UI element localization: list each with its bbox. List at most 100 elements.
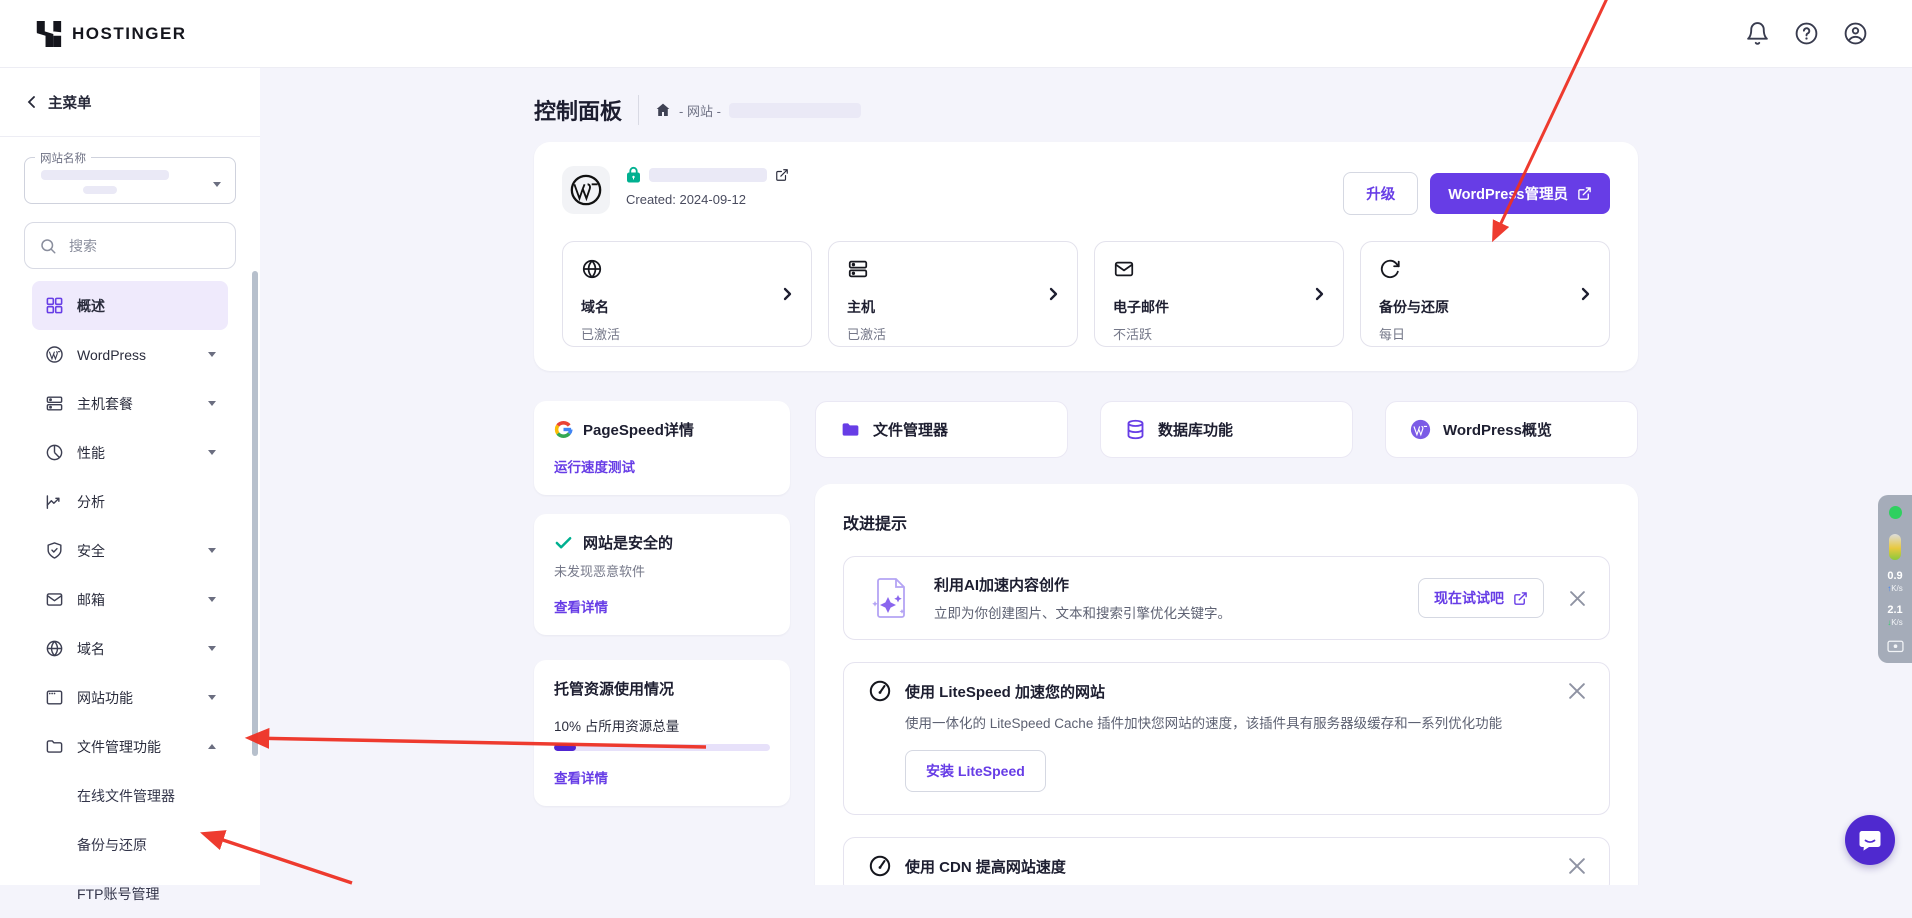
shield-icon [44, 541, 64, 561]
sidebar-item-label: 主机套餐 [77, 395, 133, 412]
breadcrumb-site-redacted [728, 102, 861, 118]
service-status: 已激活 [847, 327, 887, 342]
site-name-redacted-2 [83, 186, 117, 194]
security-title: 网站是安全的 [583, 535, 674, 552]
sidebar-item-label: 概述 [77, 297, 105, 314]
sidebar-item-hosting-plan[interactable]: 主机套餐 [32, 379, 228, 428]
help-icon[interactable] [1794, 21, 1819, 46]
sidebar-subitem-ftp-accounts[interactable]: FTP账号管理 [32, 869, 228, 918]
wp-admin-label: WordPress管理员 [1448, 187, 1568, 203]
install-litespeed-button[interactable]: 安装 LiteSpeed [905, 750, 1046, 792]
resources-title: 托管资源使用情况 [554, 681, 675, 698]
sidebar-item-security[interactable]: 安全 [32, 526, 228, 575]
resources-card: 托管资源使用情况 10% 占所用资源总量 查看详情 [534, 660, 790, 806]
speedometer-icon [869, 855, 891, 877]
tip-ai-content: 利用AI加速内容创作 立即为你创建图片、文本和搜索引擎优化关键字。 现在试试吧 [843, 556, 1610, 640]
sidebar-scrollbar[interactable] [252, 271, 258, 756]
service-card-hosting[interactable]: 主机 已激活 [828, 241, 1078, 347]
search-icon [41, 238, 56, 253]
run-speed-test-link[interactable]: 运行速度测试 [554, 456, 635, 476]
sidebar-item-overview[interactable]: 概述 [32, 281, 228, 330]
sidebar-item-domains[interactable]: 域名 [32, 624, 228, 673]
service-title: 主机 [847, 299, 875, 315]
chat-bubble-button[interactable] [1845, 815, 1895, 865]
service-status: 已激活 [581, 327, 621, 342]
mail-icon [44, 590, 64, 610]
tip-title: 利用AI加速内容创作 [934, 577, 1070, 594]
sidebar-subitem-file-manager[interactable]: 在线文件管理器 [32, 771, 228, 820]
wordpress-icon [44, 345, 64, 365]
network-monitor-widget[interactable]: 0.9 ↑K/s 2.1 ↓K/s [1878, 495, 1912, 663]
camera-icon[interactable] [1886, 638, 1904, 653]
chevron-down-icon [213, 182, 221, 191]
notifications-bell-icon[interactable] [1745, 21, 1770, 46]
chevron-right-icon [1581, 287, 1590, 301]
external-link-icon [1514, 591, 1527, 605]
chevron-right-icon [1049, 287, 1058, 301]
pie-icon [44, 443, 64, 463]
chat-icon [1859, 831, 1881, 851]
upload-unit: K/s [1891, 584, 1903, 594]
search-input[interactable] [69, 237, 209, 254]
external-link-icon[interactable] [775, 168, 789, 182]
sidebar-menu: 概述 WordPress 主机套餐 性能 分析 安全 邮箱 域名 网站功能 文件… [16, 281, 244, 918]
sync-icon [1380, 259, 1400, 279]
account-icon[interactable] [1843, 21, 1868, 46]
close-icon[interactable] [1569, 683, 1585, 699]
external-link-icon [1578, 187, 1591, 200]
site-select-dropdown[interactable]: 网站名称 [24, 150, 236, 204]
security-status-card: 网站是安全的 未发现恶意软件 查看详情 [534, 514, 790, 635]
folder-icon [842, 423, 859, 436]
service-card-domain[interactable]: 域名 已激活 [562, 241, 812, 347]
service-card-email[interactable]: 电子邮件 不活跃 [1094, 241, 1344, 347]
wp-admin-button[interactable]: WordPress管理员 [1430, 173, 1610, 214]
sidebar-item-wordpress[interactable]: WordPress [32, 330, 228, 379]
sidebar-item-file-management[interactable]: 文件管理功能 [32, 722, 228, 771]
globe-icon [44, 639, 64, 659]
wordpress-icon [1410, 419, 1431, 440]
sidebar-item-email[interactable]: 邮箱 [32, 575, 228, 624]
home-icon[interactable] [655, 102, 671, 118]
website-card: Created: 2024-09-12 升级 WordPress管理员 域名 已… [534, 142, 1638, 371]
service-title: 备份与还原 [1379, 299, 1449, 315]
service-card-backups[interactable]: 备份与还原 每日 [1360, 241, 1610, 347]
download-speed-value: 2.1 [1887, 604, 1903, 617]
brand-name: HOSTINGER [72, 23, 187, 43]
speed-gauge [1889, 534, 1901, 560]
sidebar-search[interactable] [24, 222, 236, 269]
sidebar-item-performance[interactable]: 性能 [32, 428, 228, 477]
close-icon[interactable] [1569, 858, 1585, 874]
upgrade-button[interactable]: 升级 [1343, 172, 1419, 215]
chevron-up-icon [208, 740, 216, 749]
grid-icon [44, 296, 64, 316]
sidebar-item-label: 网站功能 [77, 689, 133, 706]
sidebar-item-label: FTP账号管理 [77, 885, 160, 902]
chevron-down-icon [208, 646, 216, 655]
sidebar-subitem-backup-restore[interactable]: 备份与还原 [32, 820, 228, 869]
database-card[interactable]: 数据库功能 [1100, 401, 1353, 458]
try-now-label: 现在试试吧 [1434, 590, 1504, 606]
try-now-button[interactable]: 现在试试吧 [1418, 578, 1544, 618]
wordpress-overview-card[interactable]: WordPress概览 [1385, 401, 1638, 458]
check-icon [555, 536, 572, 549]
divider [638, 95, 640, 125]
tip-cdn: 使用 CDN 提高网站速度 [843, 837, 1610, 885]
resources-details-link[interactable]: 查看详情 [554, 767, 608, 787]
folder-icon [44, 737, 64, 757]
sidebar-item-website-features[interactable]: 网站功能 [32, 673, 228, 722]
sidebar-back-main-menu[interactable]: 主菜单 [0, 68, 260, 137]
breadcrumb: - 网站 - [655, 101, 861, 120]
sidebar-item-label: WordPress [77, 346, 146, 363]
security-details-link[interactable]: 查看详情 [554, 596, 608, 616]
database-title: 数据库功能 [1158, 422, 1234, 439]
wordpress-logo-icon [570, 174, 602, 206]
sidebar-item-analytics[interactable]: 分析 [32, 477, 228, 526]
close-icon[interactable] [1570, 590, 1585, 606]
file-manager-card[interactable]: 文件管理器 [815, 401, 1068, 458]
resources-usage-text: 10% 占所用资源总量 [554, 719, 680, 734]
hostinger-logo[interactable]: HOSTINGER [36, 20, 187, 47]
main-area: 控制面板 - 网站 - Created: 2024-09-12 升级 WordP… [260, 68, 1912, 885]
sidebar-item-label: 文件管理功能 [77, 738, 161, 755]
file-manager-title: 文件管理器 [873, 422, 949, 439]
pagespeed-title: PageSpeed详情 [583, 422, 694, 439]
